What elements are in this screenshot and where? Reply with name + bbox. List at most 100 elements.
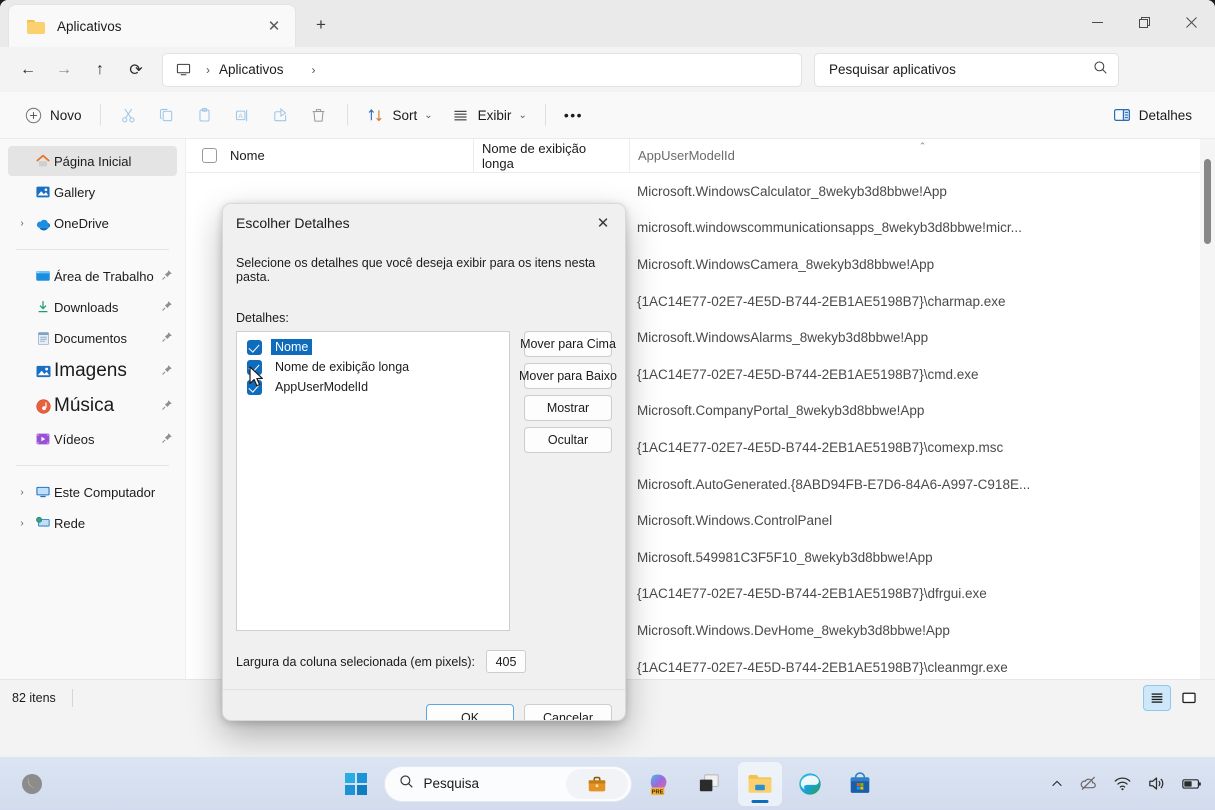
battery-icon[interactable] bbox=[1181, 774, 1203, 793]
sidebar-item-documentos[interactable]: Documentos bbox=[8, 323, 177, 353]
sort-ascending-icon: ⌃ bbox=[918, 141, 927, 151]
sidebar-item-videos[interactable]: Vídeos bbox=[8, 424, 177, 454]
cut-button[interactable] bbox=[110, 99, 148, 131]
sidebar-item-onedrive[interactable]: › OneDrive bbox=[8, 208, 177, 238]
minimize-button[interactable] bbox=[1074, 0, 1121, 44]
wifi-icon[interactable] bbox=[1113, 774, 1132, 793]
list-item[interactable]: AppUserModelId bbox=[247, 377, 509, 397]
tab-aplicativos[interactable]: Aplicativos ✕ bbox=[8, 4, 296, 47]
show-button[interactable]: Mostrar bbox=[524, 395, 612, 421]
search-icon[interactable] bbox=[1093, 60, 1108, 80]
back-button[interactable]: ← bbox=[10, 54, 46, 86]
search-input[interactable] bbox=[829, 62, 1093, 77]
details-view-icon[interactable] bbox=[1143, 685, 1171, 711]
taskbar-search-box[interactable]: Pesquisa bbox=[383, 765, 632, 802]
chevron-right-icon[interactable]: › bbox=[12, 518, 32, 529]
column-width-input[interactable]: 405 bbox=[486, 650, 527, 673]
sidebar-item-rede[interactable]: › Rede bbox=[8, 508, 177, 538]
weather-widget-icon[interactable] bbox=[10, 762, 54, 806]
dialog-close-icon[interactable]: ✕ bbox=[581, 205, 625, 241]
delete-button[interactable] bbox=[300, 99, 338, 131]
details-pane-button[interactable]: Detalhes bbox=[1103, 99, 1201, 131]
new-button[interactable]: Novo bbox=[14, 99, 91, 131]
sidebar-item-imagens[interactable]: Imagens bbox=[8, 354, 177, 388]
breadcrumb-aplicativos[interactable]: Aplicativos bbox=[219, 62, 284, 77]
sidebar-item-label: Página Inicial bbox=[54, 153, 132, 169]
chevron-right-icon[interactable]: › bbox=[12, 487, 32, 498]
edge-icon[interactable] bbox=[788, 762, 832, 806]
microsoft-store-icon[interactable] bbox=[838, 762, 882, 806]
hide-button[interactable]: Ocultar bbox=[524, 427, 612, 453]
cell-appusermodelid: microsoft.windowscommunicationsapps_8wek… bbox=[637, 220, 1022, 236]
sidebar-item-area-de-trabalho[interactable]: Área de Trabalho bbox=[8, 261, 177, 291]
copilot-icon[interactable]: PRE bbox=[638, 762, 682, 806]
paste-button[interactable] bbox=[186, 99, 224, 131]
view-button[interactable]: Exibir ⌄ bbox=[442, 99, 536, 131]
pin-icon[interactable] bbox=[157, 300, 177, 315]
large-icons-view-icon[interactable] bbox=[1175, 685, 1203, 711]
column-width-row: Largura da coluna selecionada (em pixels… bbox=[236, 650, 612, 673]
sidebar-item-gallery[interactable]: Gallery bbox=[8, 177, 177, 207]
sidebar-item-pagina-inicial[interactable]: Página Inicial bbox=[8, 146, 177, 176]
windows-start-icon[interactable] bbox=[334, 762, 378, 806]
svg-text:A: A bbox=[238, 112, 243, 119]
refresh-button[interactable]: ⟳ bbox=[118, 54, 154, 86]
pin-icon[interactable] bbox=[157, 364, 177, 379]
sidebar-item-musica[interactable]: Música bbox=[8, 389, 177, 423]
volume-icon[interactable] bbox=[1147, 774, 1166, 793]
svg-text:PRE: PRE bbox=[652, 790, 664, 796]
move-down-button[interactable]: Mover para Baixo bbox=[519, 363, 617, 389]
more-options-button[interactable]: ••• bbox=[555, 99, 592, 131]
new-tab-button[interactable]: + bbox=[306, 11, 336, 39]
forward-button[interactable]: → bbox=[46, 54, 82, 86]
sidebar-item-este-computador[interactable]: › Este Computador bbox=[8, 477, 177, 507]
close-window-button[interactable] bbox=[1168, 0, 1215, 44]
breadcrumb-separator-2[interactable]: › bbox=[284, 63, 325, 77]
view-mode-buttons bbox=[1143, 685, 1203, 711]
video-icon bbox=[32, 431, 54, 447]
column-header-label: AppUserModelId bbox=[638, 148, 735, 163]
pc-icon bbox=[32, 484, 54, 500]
tab-strip: Aplicativos ✕ + bbox=[0, 0, 1215, 47]
briefcase-icon[interactable] bbox=[565, 768, 628, 799]
ok-button[interactable]: OK bbox=[426, 704, 514, 720]
cell-appusermodelid: Microsoft.CompanyPortal_8wekyb3d8bbwe!Ap… bbox=[637, 403, 925, 419]
rename-button[interactable]: A bbox=[224, 99, 262, 131]
vertical-scrollbar[interactable] bbox=[1200, 139, 1215, 679]
task-view-icon[interactable] bbox=[688, 762, 732, 806]
scrollbar-thumb[interactable] bbox=[1204, 159, 1211, 244]
chevron-right-icon[interactable]: › bbox=[12, 218, 32, 229]
cancel-button[interactable]: Cancelar bbox=[524, 704, 612, 720]
file-explorer-icon[interactable] bbox=[737, 761, 782, 806]
sidebar-item-downloads[interactable]: Downloads bbox=[8, 292, 177, 322]
pin-icon[interactable] bbox=[157, 399, 177, 414]
close-tab-icon[interactable]: ✕ bbox=[261, 13, 287, 39]
checkbox-checked-icon[interactable] bbox=[247, 339, 262, 355]
column-header-nome-exibicao[interactable]: Nome de exibição longa bbox=[473, 139, 629, 172]
cell-appusermodelid: Microsoft.WindowsCamera_8wekyb3d8bbwe!Ap… bbox=[637, 256, 935, 272]
dialog-details-label: Detalhes: bbox=[236, 311, 289, 325]
column-header-appusermodelid[interactable]: ⌃ AppUserModelId bbox=[629, 139, 1215, 172]
share-button[interactable] bbox=[262, 99, 300, 131]
sort-button[interactable]: Sort ⌄ bbox=[357, 99, 442, 131]
pin-icon[interactable] bbox=[157, 331, 177, 346]
copy-button[interactable] bbox=[148, 99, 186, 131]
show-hidden-icons-icon[interactable] bbox=[1050, 777, 1064, 791]
pin-icon[interactable] bbox=[157, 269, 177, 284]
toolbar-divider-3 bbox=[544, 104, 546, 126]
address-breadcrumb-bar[interactable]: › Aplicativos › bbox=[162, 52, 802, 87]
column-header-nome[interactable]: Nome bbox=[186, 139, 473, 172]
search-box[interactable] bbox=[814, 52, 1119, 87]
pin-icon[interactable] bbox=[157, 432, 177, 447]
list-item-label: Nome de exibição longa bbox=[275, 360, 410, 374]
mouse-cursor bbox=[249, 366, 267, 395]
list-item[interactable]: Nome de exibição longa bbox=[247, 357, 509, 377]
onedrive-offline-icon[interactable] bbox=[1079, 774, 1098, 793]
list-item[interactable]: Nome bbox=[247, 337, 509, 357]
move-up-button[interactable]: Mover para Cima bbox=[520, 331, 616, 357]
search-icon bbox=[399, 774, 414, 794]
details-list[interactable]: Nome Nome de exibição longa AppUserModel… bbox=[236, 331, 510, 631]
cell-appusermodelid: Microsoft.549981C3F5F10_8wekyb3d8bbwe!Ap… bbox=[637, 549, 933, 565]
maximize-button[interactable] bbox=[1121, 0, 1168, 44]
up-button[interactable]: ↑ bbox=[82, 54, 118, 86]
